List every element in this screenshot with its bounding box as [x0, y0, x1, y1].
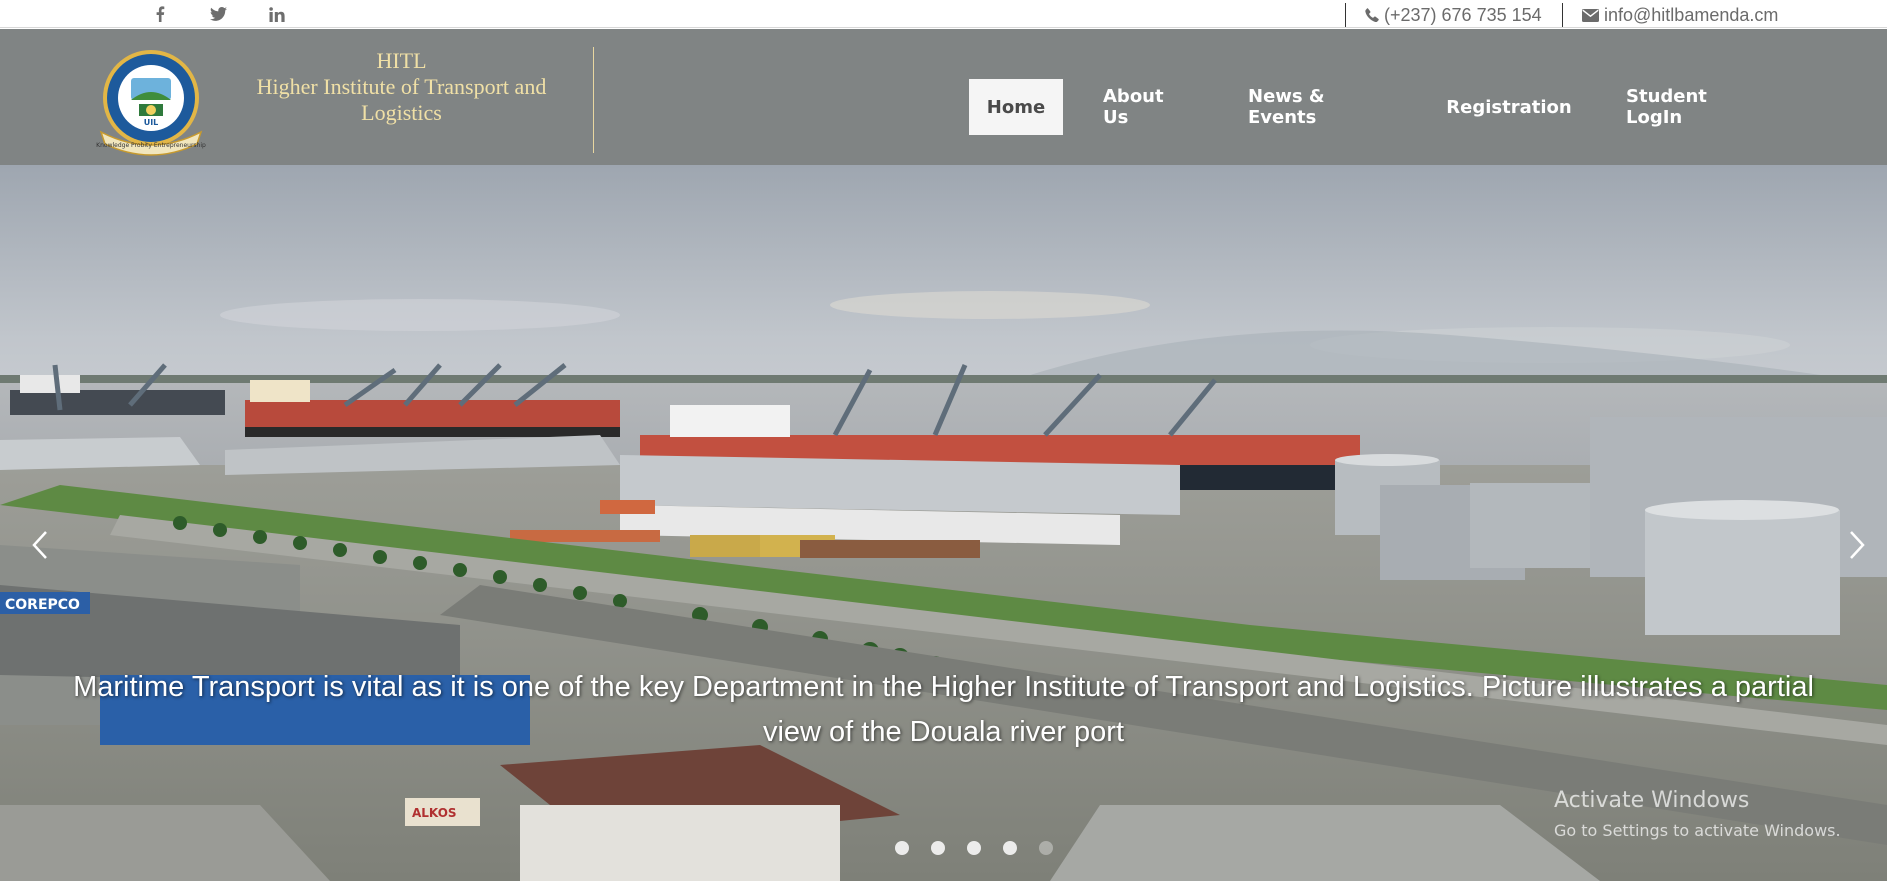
brand-divider: [593, 47, 594, 153]
topbar-divider: [1562, 3, 1563, 27]
top-bar: (+237) 676 735 154 info@hitlbamenda.cm: [0, 0, 1887, 28]
slider-next-arrow[interactable]: [1817, 500, 1887, 590]
topbar-divider: [1345, 3, 1346, 27]
slide-indicator-3[interactable]: [967, 841, 981, 855]
chevron-right-icon: [1850, 531, 1865, 559]
port-photo: COREPCO ALKOS: [0, 165, 1887, 881]
twitter-icon[interactable]: [206, 0, 230, 28]
facebook-icon[interactable]: [148, 0, 172, 28]
phone-number: (+237) 676 735 154: [1384, 4, 1542, 25]
alkos-sign: ALKOS: [412, 806, 457, 820]
nav-home[interactable]: Home: [969, 79, 1063, 135]
activate-windows-title: Activate Windows: [1554, 788, 1750, 813]
logo-motto: Knowledge Probity Entrepreneurship: [96, 142, 206, 149]
slide-indicator-5[interactable]: [1039, 841, 1053, 855]
slide-caption-line2: view of the Douala river port: [762, 716, 1125, 748]
site-brand[interactable]: HITL Higher Institute of Transport and L…: [225, 48, 578, 126]
linkedin-icon[interactable]: [265, 0, 289, 28]
slide-caption-line1: Maritime Transport is vital as it is one…: [73, 671, 1814, 703]
nav-registration[interactable]: Registration: [1432, 79, 1586, 135]
slider-prev-arrow[interactable]: [0, 500, 80, 590]
hero-slider: COREPCO ALKOS Maritime Transport is vita…: [0, 165, 1887, 881]
phone-contact: (+237) 676 735 154: [1365, 4, 1542, 26]
chevron-left-icon: [32, 531, 47, 559]
corepco-sign: COREPCO: [5, 597, 80, 613]
nav-news-events[interactable]: News & Events: [1230, 79, 1410, 135]
svg-text:UIL: UIL: [144, 118, 159, 127]
brand-name-line1: Higher Institute of Transport and: [256, 74, 547, 99]
brand-acronym: HITL: [376, 48, 427, 73]
envelope-icon: [1582, 8, 1599, 22]
university-seal-logo[interactable]: UIL Knowledge Probity Entrepreneurship: [95, 48, 207, 160]
slide-indicator-1[interactable]: [895, 841, 909, 855]
phone-icon: [1365, 8, 1379, 22]
slide-indicator-4[interactable]: [1003, 841, 1017, 855]
activate-windows-subtitle: Go to Settings to activate Windows.: [1554, 821, 1841, 840]
email-contact[interactable]: info@hitlbamenda.cm: [1582, 4, 1778, 26]
slide-caption: Maritime Transport is vital as it is one…: [0, 665, 1887, 755]
site-header: UIL Knowledge Probity Entrepreneurship H…: [0, 29, 1887, 165]
nav-student-login[interactable]: Student LogIn: [1608, 79, 1784, 135]
nav-about-us[interactable]: About Us: [1085, 79, 1207, 135]
brand-name-line2: Logistics: [361, 100, 442, 125]
slide-indicator-2[interactable]: [931, 841, 945, 855]
slider-indicators: [895, 841, 1053, 855]
email-address: info@hitlbamenda.cm: [1604, 4, 1779, 25]
